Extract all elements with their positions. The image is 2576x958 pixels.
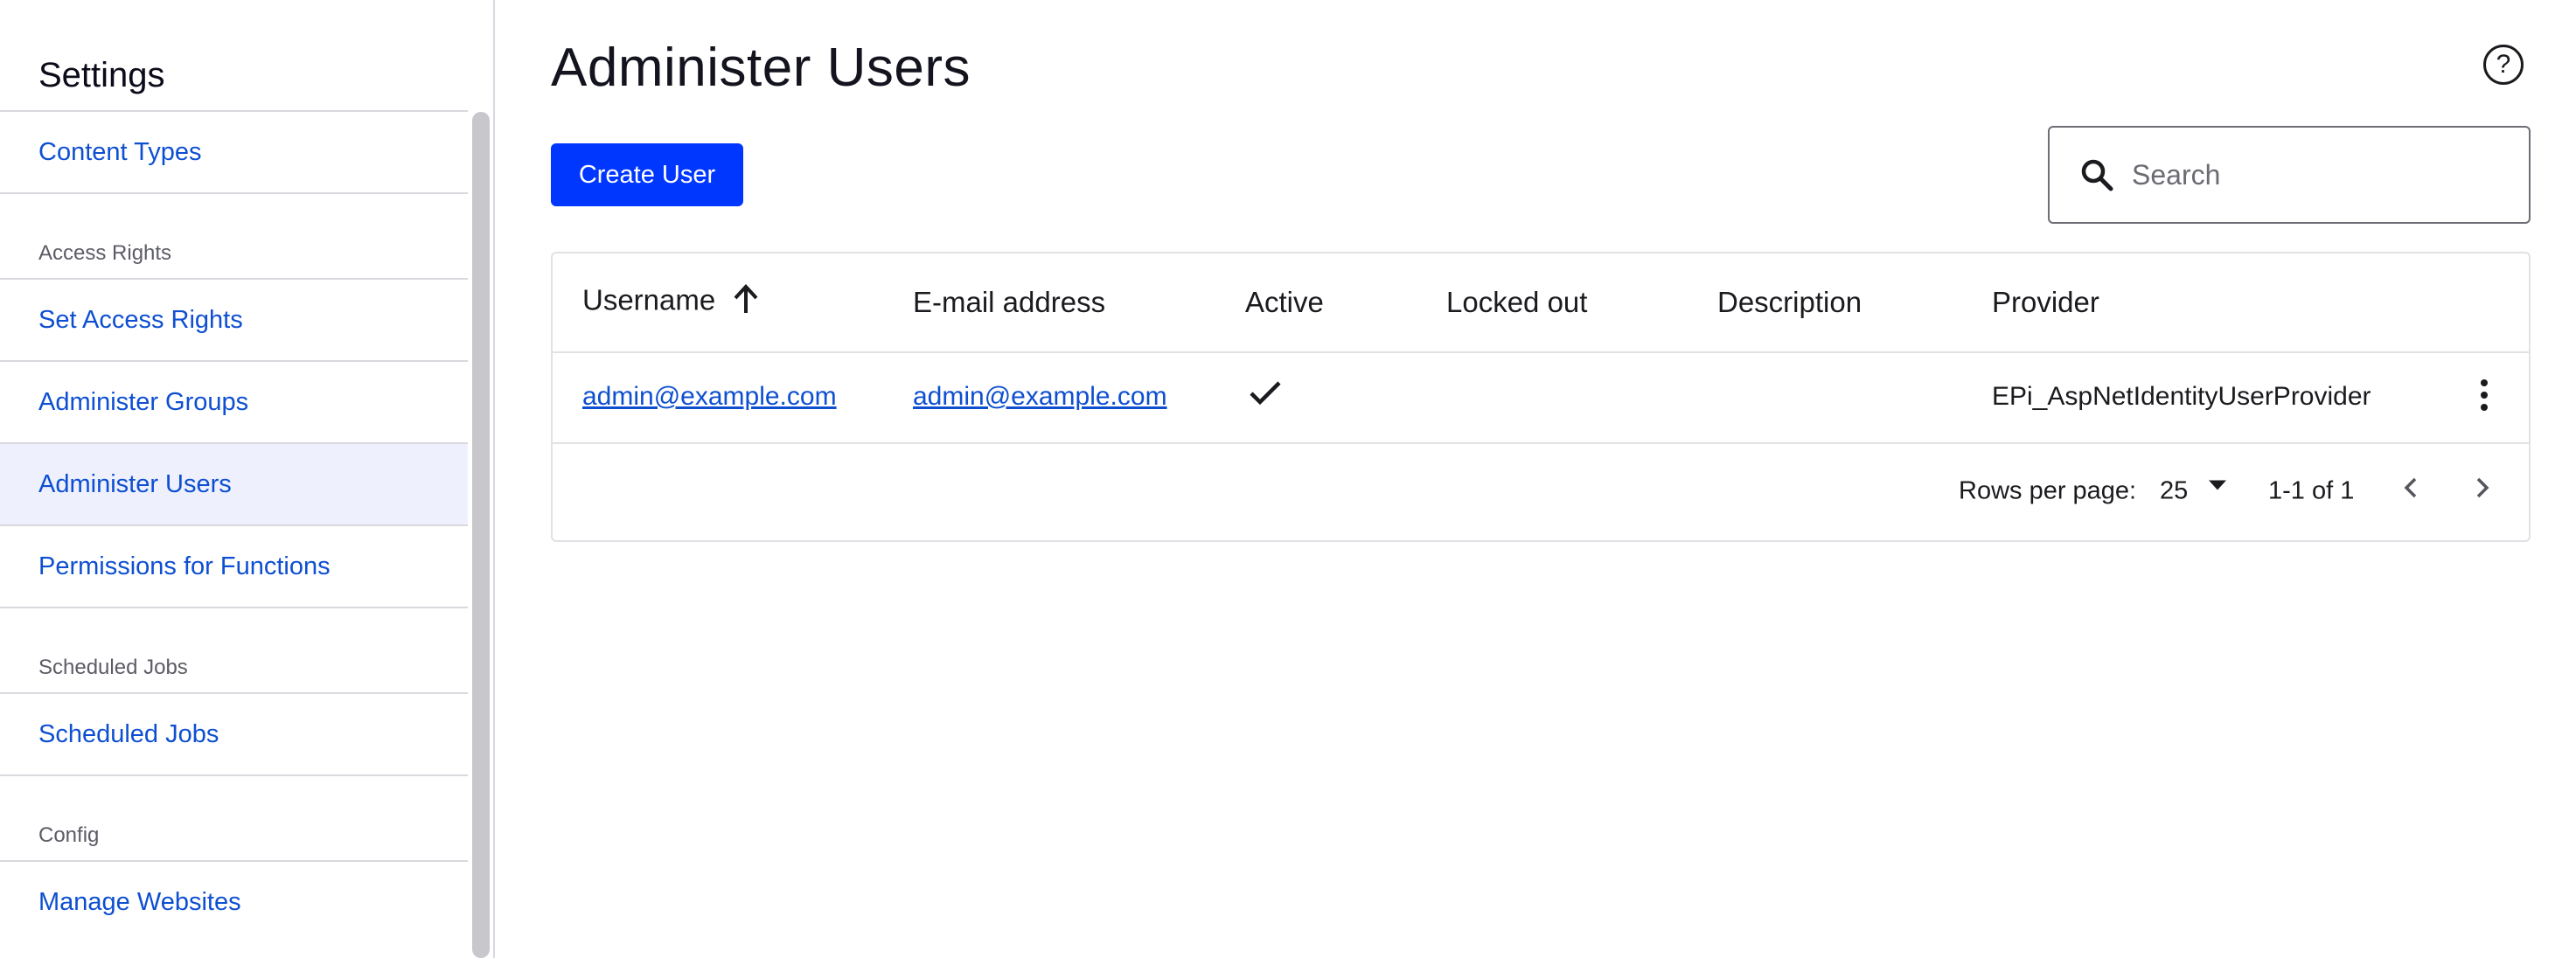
next-page-icon[interactable] [2471,475,2492,508]
column-header-locked-out[interactable]: Locked out [1446,286,1587,319]
column-header-email[interactable]: E-mail address [913,286,1105,319]
previous-page-icon[interactable] [2401,475,2422,508]
rows-per-page-label: Rows per page: [1959,476,2137,505]
sidebar-item-administer-groups[interactable]: Administer Groups [0,360,468,442]
sidebar-scrollbar[interactable] [472,112,490,958]
settings-sidebar: Settings Content Types Access Rights Set… [0,0,495,958]
sidebar-item-administer-users[interactable]: Administer Users [0,442,468,524]
question-circle-icon: ? [2496,50,2511,79]
more-options-icon[interactable] [2480,379,2489,414]
caret-down-icon [2209,480,2227,490]
search-icon [2079,157,2114,192]
help-button[interactable]: ? [2483,45,2524,85]
sidebar-item-set-access-rights[interactable]: Set Access Rights [0,278,468,360]
column-header-description[interactable]: Description [1717,286,1862,319]
pagination-range: 1-1 of 1 [2268,476,2355,505]
sort-ascending-icon [732,283,760,322]
sidebar-group-scheduled-jobs: Scheduled Jobs [0,607,468,692]
sidebar-item-scheduled-jobs[interactable]: Scheduled Jobs [0,692,468,774]
search-box[interactable] [2048,126,2531,224]
search-input[interactable] [2130,157,2501,192]
column-header-active[interactable]: Active [1245,286,1324,319]
email-link[interactable]: admin@example.com [913,382,1167,412]
provider-cell: EPi_AspNetIdentityUserProvider [1992,382,2371,411]
page-title: Administer Users [551,38,971,98]
sidebar-nav: Content Types Access Rights Set Access R… [0,110,468,942]
table-header-row: Username E-mail address Active Locked ou… [553,253,2529,353]
sidebar-title: Settings [38,56,165,94]
rows-per-page-select[interactable]: 25 [2160,477,2227,506]
column-header-username[interactable]: Username [582,283,760,322]
users-table: Username E-mail address Active Locked ou… [551,252,2531,542]
sidebar-group-access-rights: Access Rights [0,192,468,278]
create-user-button[interactable]: Create User [551,143,743,206]
sidebar-item-manage-websites[interactable]: Manage Websites [0,860,468,942]
active-check-icon [1249,380,1282,413]
table-row: admin@example.com admin@example.com EPi_… [553,351,2529,444]
table-pagination: Rows per page: 25 1-1 of 1 [553,442,2529,540]
sidebar-item-content-types[interactable]: Content Types [0,110,468,192]
sidebar-group-config: Config [0,774,468,860]
username-link[interactable]: admin@example.com [582,382,837,412]
column-header-provider[interactable]: Provider [1992,286,2099,319]
sidebar-item-permissions-for-functions[interactable]: Permissions for Functions [0,524,468,607]
